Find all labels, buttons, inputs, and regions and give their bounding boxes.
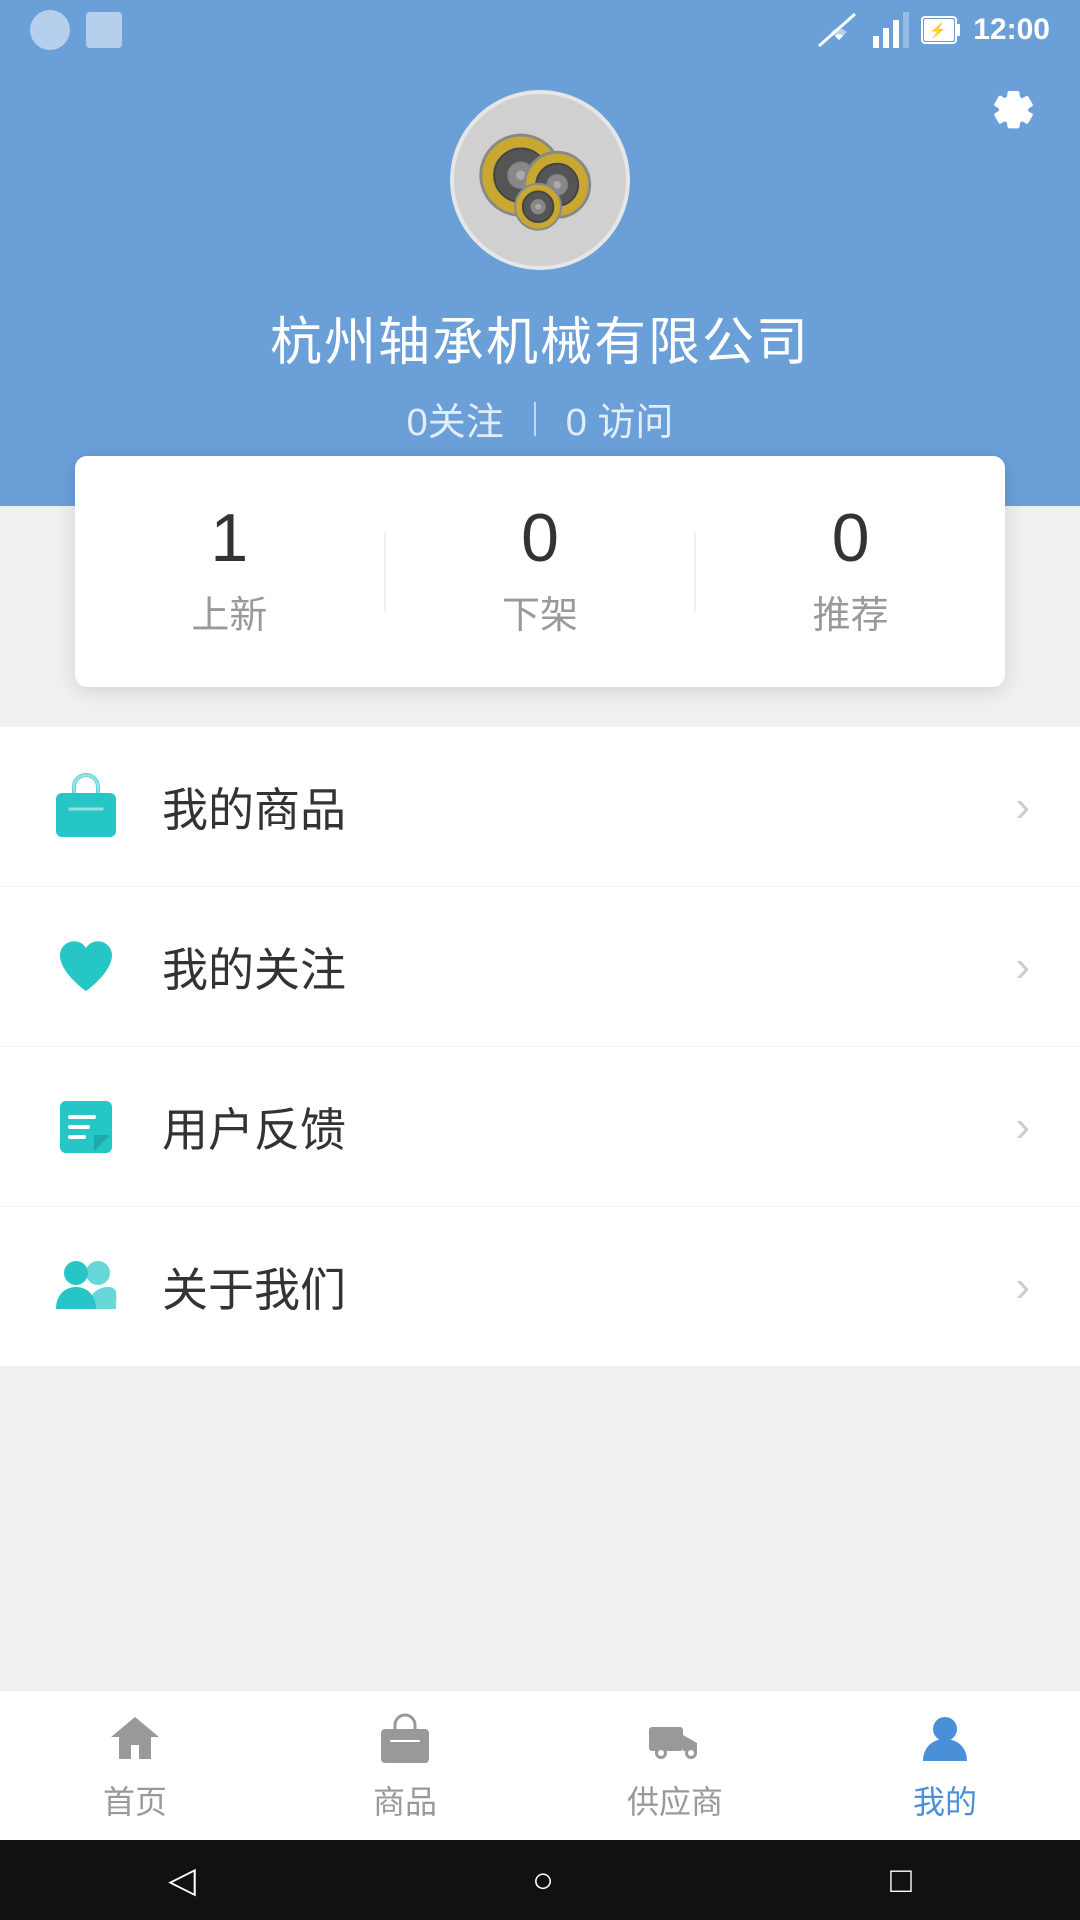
avatar[interactable] <box>450 90 630 270</box>
nav-products-label: 商品 <box>373 1777 437 1823</box>
bag-icon <box>50 771 122 843</box>
stat-new: 1 上新 <box>75 504 384 639</box>
status-bar: ⚡ 12:00 <box>0 0 1080 60</box>
chevron-right-icon-feedback: › <box>1015 1102 1030 1152</box>
stat-off-shelf: 0 下架 <box>386 504 695 639</box>
sim-icon <box>30 10 70 50</box>
stat-recommend: 0 推荐 <box>696 504 1005 639</box>
nav-item-home[interactable]: 首页 <box>0 1691 270 1840</box>
menu-section: 我的商品 › 我的关注 › 用户反馈 › <box>0 727 1080 1367</box>
stat-new-label: 上新 <box>191 584 267 639</box>
heart-icon <box>50 931 122 1003</box>
menu-item-about-us[interactable]: 关于我们 › <box>0 1207 1080 1367</box>
home-icon <box>105 1709 165 1769</box>
stats-card: 1 上新 0 下架 0 推荐 <box>75 456 1005 687</box>
menu-item-feedback[interactable]: 用户反馈 › <box>0 1047 1080 1207</box>
person-icon <box>915 1709 975 1769</box>
battery-icon: ⚡ <box>921 12 961 48</box>
status-bar-left <box>30 10 122 50</box>
recent-button[interactable]: □ <box>890 1859 912 1901</box>
nav-mine-label: 我的 <box>913 1777 977 1823</box>
follow-count: 0关注 <box>407 391 504 446</box>
nav-home-label: 首页 <box>103 1777 167 1823</box>
menu-my-follows-label: 我的关注 <box>162 934 1015 1000</box>
android-nav-bar: ◁ ○ □ <box>0 1840 1080 1920</box>
stats-divider <box>534 402 536 436</box>
back-button[interactable]: ◁ <box>168 1859 196 1901</box>
people-icon <box>50 1251 122 1323</box>
stat-recommend-number: 0 <box>832 504 870 572</box>
nav-bag-icon <box>375 1709 435 1769</box>
menu-item-my-follows[interactable]: 我的关注 › <box>0 887 1080 1047</box>
menu-feedback-label: 用户反馈 <box>162 1094 1015 1160</box>
stat-off-label: 下架 <box>502 584 578 639</box>
visit-count: 0 访问 <box>566 391 674 446</box>
menu-my-products-label: 我的商品 <box>162 774 1015 840</box>
chevron-right-icon-products: › <box>1015 782 1030 832</box>
stat-recommend-label: 推荐 <box>813 584 889 639</box>
time-display: 12:00 <box>973 13 1050 47</box>
nav-item-suppliers[interactable]: 供应商 <box>540 1691 810 1840</box>
chevron-right-icon-about: › <box>1015 1262 1030 1312</box>
nav-item-mine[interactable]: 我的 <box>810 1691 1080 1840</box>
wifi-icon <box>817 12 861 48</box>
signal-icon <box>873 12 909 48</box>
note-icon <box>50 1091 122 1163</box>
settings-button[interactable] <box>980 80 1040 140</box>
status-bar-right: ⚡ 12:00 <box>817 12 1050 48</box>
stat-off-number: 0 <box>521 504 559 572</box>
home-button[interactable]: ○ <box>532 1859 554 1901</box>
chevron-right-icon-follows: › <box>1015 942 1030 992</box>
stat-new-number: 1 <box>210 504 248 572</box>
svg-text:⚡: ⚡ <box>929 22 946 39</box>
menu-item-my-products[interactable]: 我的商品 › <box>0 727 1080 887</box>
bottom-nav: 首页 商品 供应商 <box>0 1690 1080 1840</box>
nav-item-products[interactable]: 商品 <box>270 1691 540 1840</box>
menu-about-us-label: 关于我们 <box>162 1254 1015 1320</box>
company-name: 杭州轴承机械有限公司 <box>270 300 810 375</box>
follow-visit-stats: 0关注 0 访问 <box>407 391 674 446</box>
truck-icon <box>645 1709 705 1769</box>
nav-suppliers-label: 供应商 <box>627 1777 723 1823</box>
profile-header: 杭州轴承机械有限公司 0关注 0 访问 <box>0 60 1080 506</box>
sd-card-icon <box>86 12 122 48</box>
